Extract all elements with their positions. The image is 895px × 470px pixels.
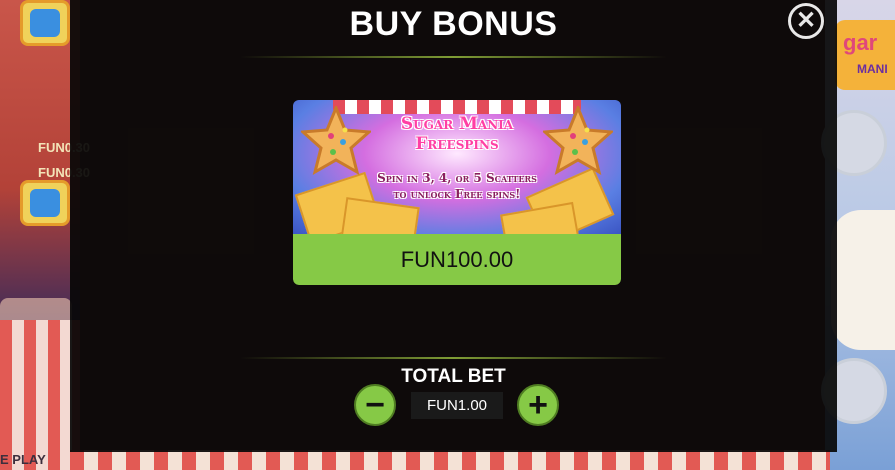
up-arrow-button [20,0,70,46]
total-bet-value: FUN1.00 [411,392,503,419]
bonus-card[interactable]: Sugar Mania Freespins Spin in 3, 4, or 5… [293,100,621,285]
minus-icon[interactable]: − [354,384,396,426]
bonus-art-subtitle: Spin in 3, 4, or 5 Scatters to unlock Fr… [377,171,537,201]
game-logo: gar MANI [835,20,895,90]
plus-icon[interactable]: + [517,384,559,426]
top-divider [240,56,667,58]
modal-title: BUY BONUS [349,5,558,43]
bonus-art-title: Sugar Mania Freespins [400,114,514,154]
down-arrow-button [20,180,70,226]
bonus-card-art: Sugar Mania Freespins Spin in 3, 4, or 5… [293,100,621,255]
logo-title: gar [843,30,878,55]
bg-stripes [0,320,80,470]
logo-subtitle: MANI [857,62,888,76]
bg-cloud [831,210,895,350]
background-left-panel: FUN0.30 FUN0.30 E PLAY [0,0,90,470]
total-bet-label: TOTAL BET [401,366,506,387]
bg-free-play-text: E PLAY [0,452,46,467]
bg-bottom-stripes [70,450,830,470]
buy-bonus-modal: BUY BONUS ✕ Sugar Mania Freespins Spin i… [70,0,837,452]
buy-price-button[interactable]: FUN100.00 [293,234,621,285]
bottom-divider [240,357,667,359]
close-icon[interactable]: ✕ [788,3,824,39]
